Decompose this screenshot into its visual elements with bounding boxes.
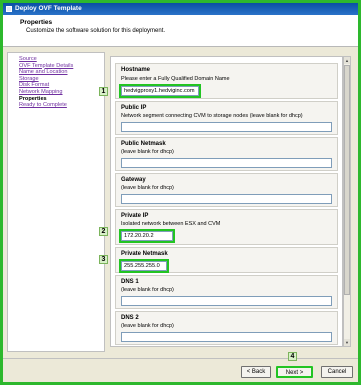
public-netmask-group: Public Netmask (leave blank for dhcp) <box>115 137 338 171</box>
public-ip-input[interactable] <box>121 122 332 132</box>
wizard-body: Source OVF Template Details Name and Loc… <box>3 48 358 358</box>
annotation-badge-1: 1 <box>99 87 108 96</box>
public-netmask-description: (leave blank for dhcp) <box>121 149 174 155</box>
wizard-footer: < Back Next > Cancel 4 <box>3 352 358 382</box>
step-properties: Properties <box>19 95 47 102</box>
next-button[interactable]: Next > <box>276 366 313 378</box>
private-netmask-label: Private Netmask <box>121 251 168 257</box>
private-ip-highlight <box>119 229 175 243</box>
dns1-input[interactable] <box>121 296 332 306</box>
annotation-badge-4: 4 <box>288 352 297 361</box>
dns2-input[interactable] <box>121 332 332 342</box>
wizard-steps-nav: Source OVF Template Details Name and Loc… <box>7 52 105 352</box>
dns2-group: DNS 2 (leave blank for dhcp) <box>115 311 338 345</box>
step-storage[interactable]: Storage <box>19 76 104 83</box>
private-netmask-group: Private Netmask <box>115 247 338 273</box>
private-ip-group: Private IP Isolated network between ESX … <box>115 209 338 245</box>
step-network-mapping[interactable]: Network Mapping <box>19 89 104 96</box>
dns2-description: (leave blank for dhcp) <box>121 323 174 329</box>
dns1-label: DNS 1 <box>121 279 139 285</box>
hostname-highlight <box>119 84 201 98</box>
step-source[interactable]: Source <box>19 56 104 63</box>
gateway-label: Gateway <box>121 177 146 183</box>
private-netmask-highlight <box>119 259 169 273</box>
public-netmask-input[interactable] <box>121 158 332 168</box>
cancel-button[interactable]: Cancel <box>321 366 353 378</box>
gateway-input[interactable] <box>121 194 332 204</box>
panel-scrollbar[interactable]: ▲ ▼ <box>343 56 351 347</box>
dns1-group: DNS 1 (leave blank for dhcp) <box>115 275 338 309</box>
step-ready-to-complete[interactable]: Ready to Complete <box>19 102 104 109</box>
page-subtitle: Customize the software solution for this… <box>26 28 166 34</box>
step-ovf-template-details[interactable]: OVF Template Details <box>19 63 104 70</box>
public-ip-group: Public IP Network segment connecting CVM… <box>115 101 338 135</box>
scroll-up-arrow-icon[interactable]: ▲ <box>344 57 350 64</box>
annotation-badge-3: 3 <box>99 255 108 264</box>
public-netmask-label: Public Netmask <box>121 141 166 147</box>
dns2-label: DNS 2 <box>121 315 139 321</box>
hostname-description: Please enter a Fully Qualified Domain Na… <box>121 76 230 82</box>
scroll-down-arrow-icon[interactable]: ▼ <box>344 339 350 346</box>
app-icon <box>6 6 12 12</box>
page-title: Properties <box>20 19 53 26</box>
public-ip-description: Network segment connecting CVM to storag… <box>121 113 303 119</box>
gateway-group: Gateway (leave blank for dhcp) <box>115 173 338 207</box>
back-button[interactable]: < Back <box>241 366 271 378</box>
public-ip-label: Public IP <box>121 105 147 111</box>
step-name-and-location[interactable]: Name and Location <box>19 69 104 76</box>
scrollbar-thumb[interactable] <box>344 65 350 295</box>
step-disk-format[interactable]: Disk Format <box>19 82 104 89</box>
private-ip-description: Isolated network between ESX and CVM <box>121 221 221 227</box>
hostname-label: Hostname <box>121 67 151 73</box>
gateway-description: (leave blank for dhcp) <box>121 185 174 191</box>
window-titlebar[interactable]: Deploy OVF Template <box>3 3 358 15</box>
private-ip-label: Private IP <box>121 213 149 219</box>
hostname-group: Hostname Please enter a Fully Qualified … <box>115 63 338 99</box>
dns1-description: (leave blank for dhcp) <box>121 287 174 293</box>
wizard-header: Properties Customize the software soluti… <box>3 15 358 47</box>
window-title: Deploy OVF Template <box>15 5 82 12</box>
annotation-badge-2: 2 <box>99 227 108 236</box>
properties-panel: Hostname Please enter a Fully Qualified … <box>110 56 343 347</box>
